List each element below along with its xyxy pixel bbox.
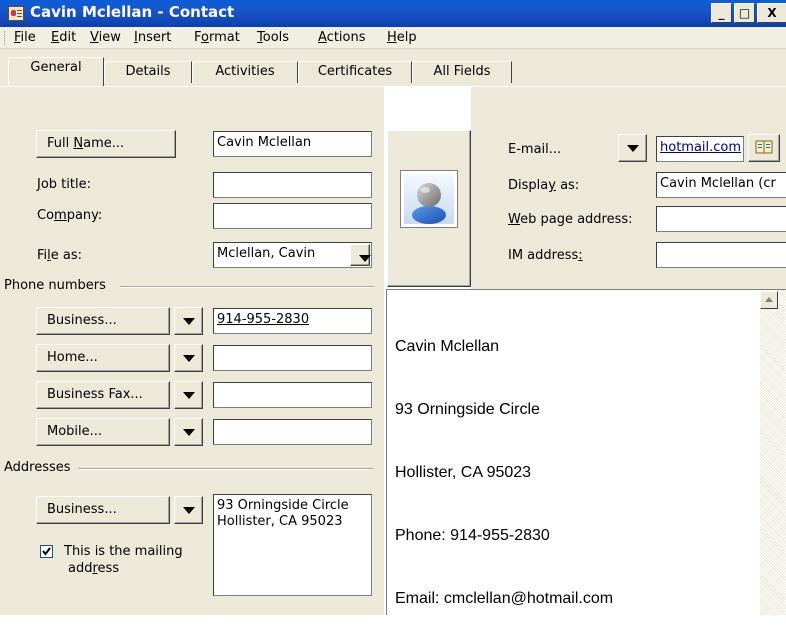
address-type-dropdown-arrow[interactable] xyxy=(174,496,203,524)
minimize-button[interactable]: _ xyxy=(711,3,732,23)
mailing-label-line-1: This is the mailing xyxy=(64,544,183,559)
tab-activities[interactable]: Activities xyxy=(192,61,298,83)
phone-business-fax-field[interactable] xyxy=(213,382,372,408)
notes-text: Cavin Mclellan 93 Orningside Circle Holl… xyxy=(395,294,613,630)
phone-business-fax-dropdown-arrow[interactable] xyxy=(174,381,203,409)
phone-business-field[interactable]: 914-955-2830 xyxy=(213,308,372,334)
file-as-label: File as: xyxy=(37,248,83,263)
phone-home-dropdown-arrow[interactable] xyxy=(174,344,203,372)
menu-actions[interactable]: Actions xyxy=(318,30,366,45)
mailing-address-checkbox[interactable] xyxy=(40,545,53,558)
web-page-label: Web page address: xyxy=(508,212,633,227)
menu-file[interactable]: File xyxy=(14,30,36,45)
display-as-label: Display as: xyxy=(508,178,580,193)
contact-silhouette-icon xyxy=(404,174,454,224)
address-line-1: 93 Orningside Circle xyxy=(217,498,349,513)
address-textarea[interactable]: 93 Orningside Circle Hollister, CA 95023 xyxy=(213,494,372,596)
display-as-field[interactable]: Cavin Mclellan (cr xyxy=(656,172,786,198)
job-title-field[interactable] xyxy=(213,172,372,198)
full-name-button[interactable]: Full Name... xyxy=(36,130,176,158)
phone-business-fax-button[interactable]: Business Fax... xyxy=(36,381,170,409)
scroll-up-arrow-icon[interactable] xyxy=(760,291,778,309)
maximize-button[interactable]: □ xyxy=(734,3,755,23)
phone-numbers-divider xyxy=(120,286,374,288)
addresses-heading: Addresses xyxy=(4,460,71,475)
menu-grip-handle[interactable] xyxy=(4,31,7,45)
menu-format[interactable]: Format xyxy=(194,30,240,45)
file-as-combo[interactable]: Mclellan, Cavin xyxy=(213,242,372,268)
tab-all-fields[interactable]: All Fields xyxy=(412,61,512,83)
company-field[interactable] xyxy=(213,203,372,229)
tab-details[interactable]: Details xyxy=(104,61,192,83)
email-value: hotmail.com xyxy=(660,140,742,155)
full-name-field[interactable]: Cavin Mclellan xyxy=(213,131,372,157)
notes-line-4: Phone: 914-955-2830 xyxy=(395,527,550,544)
notes-scrollbar[interactable] xyxy=(760,290,786,615)
address-line-2: Hollister, CA 95023 xyxy=(217,514,343,529)
close-button[interactable]: X xyxy=(757,3,786,23)
tab-general[interactable]: General xyxy=(8,57,104,86)
menu-insert[interactable]: Insert xyxy=(134,30,171,45)
mailing-address-label: This is the mailing address xyxy=(64,543,183,577)
address-type-button[interactable]: Business... xyxy=(36,496,170,524)
tab-certificates[interactable]: Certificates xyxy=(298,61,412,83)
contact-card-icon xyxy=(8,6,24,21)
notes-line-3: Hollister, CA 95023 xyxy=(395,464,532,481)
tab-strip: General Details Activities Certificates … xyxy=(0,49,786,86)
addresses-divider xyxy=(78,468,374,470)
menu-view[interactable]: View xyxy=(90,30,121,45)
phone-mobile-button[interactable]: Mobile... xyxy=(36,418,170,446)
email-type-dropdown-arrow[interactable] xyxy=(618,134,647,162)
contact-photo-icon xyxy=(400,170,458,228)
address-book-icon xyxy=(755,140,773,154)
company-label: Company: xyxy=(37,208,103,223)
im-address-field[interactable] xyxy=(656,242,786,268)
notes-line-2: 93 Orningside Circle xyxy=(395,401,540,418)
im-address-label: IM address: xyxy=(508,248,583,263)
file-as-value: Mclellan, Cavin xyxy=(217,246,316,261)
file-as-dropdown-arrow[interactable] xyxy=(350,244,371,266)
phone-business-button[interactable]: Business... xyxy=(36,307,170,335)
phone-home-field[interactable] xyxy=(213,345,372,371)
menu-edit[interactable]: Edit xyxy=(51,30,76,45)
menu-bar: File Edit View Insert Format Tools Actio… xyxy=(0,27,786,49)
email-field[interactable]: hotmail.com xyxy=(656,136,744,162)
window-title: Cavin Mclellan - Contact xyxy=(30,3,235,21)
address-book-button[interactable] xyxy=(748,134,780,162)
phone-mobile-dropdown-arrow[interactable] xyxy=(174,418,203,446)
job-title-label: Job title: xyxy=(37,177,91,192)
phone-business-value: 914-955-2830 xyxy=(217,312,310,327)
phone-mobile-field[interactable] xyxy=(213,419,372,445)
notes-line-1: Cavin Mclellan xyxy=(395,338,500,355)
notes-line-5: Email: cmclellan@hotmail.com xyxy=(395,590,614,607)
menu-help[interactable]: Help xyxy=(387,30,417,45)
menu-tools[interactable]: Tools xyxy=(257,30,289,45)
phone-business-dropdown-arrow[interactable] xyxy=(174,307,203,335)
title-bar[interactable]: Cavin Mclellan - Contact _ □ X xyxy=(0,0,786,27)
email-label[interactable]: E-mail... xyxy=(508,142,561,157)
phone-home-button[interactable]: Home... xyxy=(36,344,170,372)
checkmark-icon xyxy=(42,547,51,556)
mailing-label-line-2: address xyxy=(68,561,120,576)
phone-numbers-heading: Phone numbers xyxy=(4,278,106,293)
web-page-field[interactable] xyxy=(656,206,786,232)
